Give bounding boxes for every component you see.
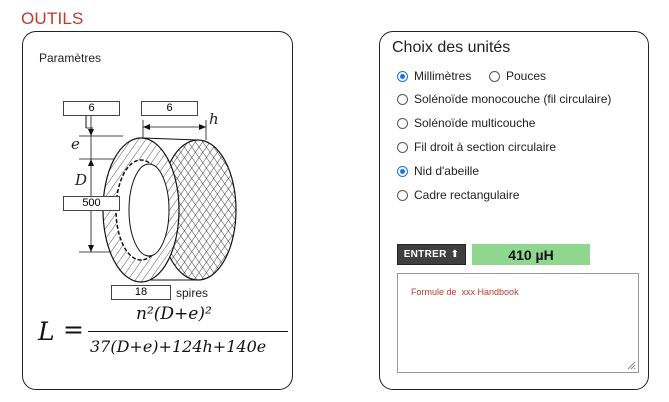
turns-input[interactable] [111, 285, 171, 300]
coil-option-rectangular-frame[interactable]: Cadre rectangulaire [397, 188, 519, 202]
inductance-formula: L = n²(D+e)² 37(D+e)+124h+140e [38, 302, 288, 362]
e-variable-label: e [71, 135, 80, 153]
h-variable-label: h [209, 110, 219, 128]
radio-rectangular-frame[interactable] [397, 189, 408, 201]
radio-multilayer[interactable] [397, 117, 408, 129]
radio-inches[interactable] [489, 70, 500, 82]
notes-text: Formule de xxx Handbook [411, 287, 519, 297]
arrow-up-icon: ⬆ [450, 249, 460, 260]
formula-numerator: n²(D+e)² [136, 304, 212, 324]
radio-honeycomb[interactable] [397, 165, 408, 177]
unit-option-millimeters[interactable]: Millimètres [397, 69, 471, 83]
inductance-result: 410 µH [472, 244, 590, 265]
formula-lhs: L [38, 317, 55, 346]
coil-option-single-layer[interactable]: Solénoïde monocouche (fil circulaire) [397, 92, 611, 106]
coil-option-straight-wire[interactable]: Fil droit à section circulaire [397, 140, 556, 154]
app-title: OUTILS [21, 9, 84, 28]
h-input[interactable] [141, 101, 198, 116]
formula-denominator: 37(D+e)+124h+140e [90, 337, 267, 356]
resize-grip-icon[interactable] [626, 360, 636, 370]
enter-button[interactable]: ENTRER ⬆ [397, 244, 466, 265]
radio-millimeters[interactable] [397, 70, 408, 82]
honeycomb-coil-illustration [79, 116, 237, 283]
radio-single-layer[interactable] [397, 93, 408, 105]
D-variable-label: D [75, 171, 88, 189]
coil-option-multilayer[interactable]: Solénoïde multicouche [397, 116, 535, 130]
coil-option-honeycomb[interactable]: Nid d'abeille [397, 164, 479, 178]
e-input[interactable] [63, 101, 120, 116]
unit-option-inches[interactable]: Pouces [489, 69, 546, 83]
notes-textarea[interactable]: Formule de xxx Handbook [397, 273, 639, 373]
enter-button-label: ENTRER [403, 249, 447, 260]
turns-unit-label: spires [176, 286, 209, 300]
radio-straight-wire[interactable] [397, 141, 408, 153]
formula-fraction-bar [88, 331, 288, 332]
formula-equals: = [63, 315, 84, 344]
parameters-panel: Paramètres e h D 6 6 500 18 spires L = n… [22, 31, 293, 390]
units-panel: Choix des unités Millimètres Pouces Solé… [379, 31, 649, 390]
units-title: Choix des unités [392, 39, 511, 56]
D-input[interactable] [63, 196, 120, 211]
